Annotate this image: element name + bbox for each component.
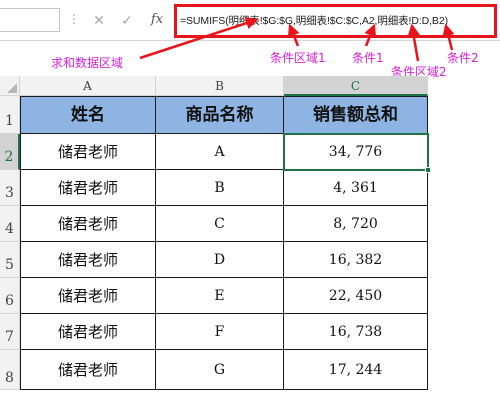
insert-function-icon[interactable]: fx bbox=[147, 9, 167, 31]
cell-name[interactable]: 储君老师 bbox=[21, 314, 156, 350]
annotation-criteria-range-1: 条件区域1 bbox=[270, 51, 326, 65]
column-header-b[interactable]: B bbox=[156, 76, 284, 96]
row-header-8[interactable]: 8 bbox=[0, 350, 20, 390]
cell-total[interactable]: 8, 720 bbox=[284, 206, 428, 242]
row-header-1[interactable]: 1 bbox=[0, 96, 20, 134]
annotation-criteria-1: 条件1 bbox=[352, 51, 384, 65]
cell-product[interactable]: G bbox=[156, 350, 284, 390]
annotation-criteria-2: 条件2 bbox=[447, 51, 479, 65]
cell-total[interactable]: 4, 361 bbox=[284, 170, 428, 206]
cell-product[interactable]: F bbox=[156, 314, 284, 350]
formula-input[interactable]: =SUMIFS(明细表!$G:$G,明细表!$C:$C,A2,明细表!D:D,B… bbox=[180, 13, 448, 28]
header-cell-total[interactable]: 销售额总和 bbox=[284, 97, 428, 134]
cell-product[interactable]: C bbox=[156, 206, 284, 242]
cell-name[interactable]: 储君老师 bbox=[21, 206, 156, 242]
cell-product[interactable]: E bbox=[156, 278, 284, 314]
check-icon[interactable]: ✓ bbox=[116, 9, 138, 31]
column-header-a[interactable]: A bbox=[20, 76, 156, 96]
annotation-sum-range: 求和数据区域 bbox=[51, 56, 124, 70]
cell-name[interactable]: 储君老师 bbox=[21, 350, 156, 390]
cell-total[interactable]: 16, 382 bbox=[284, 242, 428, 278]
cell-name[interactable]: 储君老师 bbox=[21, 134, 156, 170]
name-box[interactable] bbox=[0, 8, 60, 32]
row-header-4[interactable]: 4 bbox=[0, 206, 20, 242]
row-header-5[interactable]: 5 bbox=[0, 242, 20, 278]
row-header-2[interactable]: 2 bbox=[0, 134, 20, 170]
header-cell-name[interactable]: 姓名 bbox=[21, 97, 156, 134]
row-header-6[interactable]: 6 bbox=[0, 278, 20, 314]
cancel-icon[interactable]: ✕ bbox=[88, 9, 110, 31]
header-cell-product[interactable]: 商品名称 bbox=[156, 97, 284, 134]
cell-product[interactable]: B bbox=[156, 170, 284, 206]
formula-bar-grip: ⋮ bbox=[68, 12, 80, 26]
row-header-7[interactable]: 7 bbox=[0, 314, 20, 350]
select-all-corner[interactable] bbox=[0, 76, 20, 96]
cell-name[interactable]: 储君老师 bbox=[21, 242, 156, 278]
cell-total[interactable]: 16, 738 bbox=[284, 314, 428, 350]
cell-product[interactable]: D bbox=[156, 242, 284, 278]
cell-total[interactable]: 34, 776 bbox=[284, 134, 428, 170]
column-header-c[interactable]: C bbox=[284, 76, 428, 96]
cell-name[interactable]: 储君老师 bbox=[21, 170, 156, 206]
cell-total[interactable]: 17, 244 bbox=[284, 350, 428, 390]
cell-total[interactable]: 22, 450 bbox=[284, 278, 428, 314]
row-header-3[interactable]: 3 bbox=[0, 170, 20, 206]
cell-product[interactable]: A bbox=[156, 134, 284, 170]
cell-name[interactable]: 储君老师 bbox=[21, 278, 156, 314]
